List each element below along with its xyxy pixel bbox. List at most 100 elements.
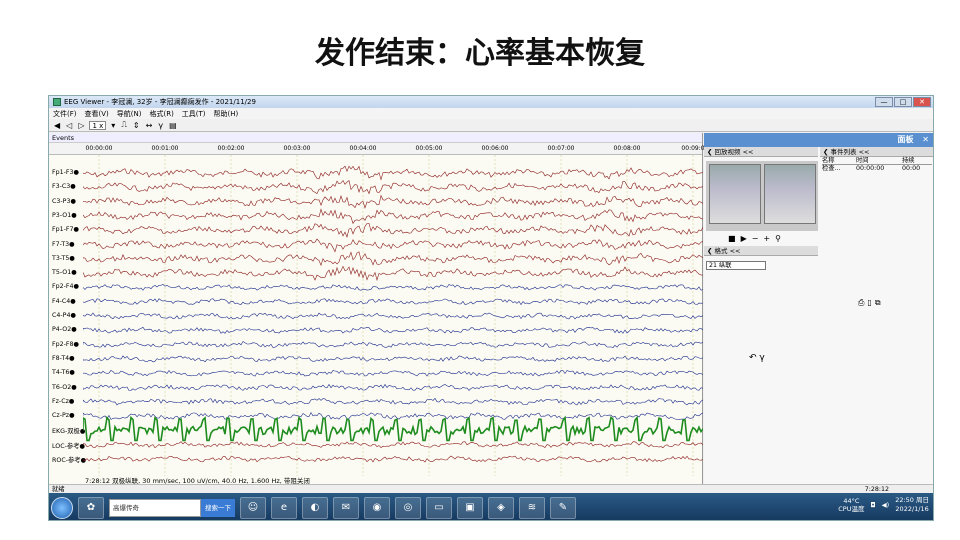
paint-icon[interactable]: ✎	[550, 496, 576, 519]
channel-label[interactable]: Fz-Cz●	[52, 398, 74, 405]
print-icon[interactable]: ⎙	[858, 298, 864, 308]
calibration-icon[interactable]: ⎍	[120, 120, 128, 130]
channel-label[interactable]: P4-O2●	[52, 326, 77, 333]
network-icon[interactable]: ◘	[870, 501, 875, 509]
channel-label[interactable]: P3-O1●	[52, 212, 77, 219]
dropdown-icon[interactable]: ▾	[110, 121, 116, 130]
channel-trace	[83, 251, 703, 267]
clock[interactable]: 22:50 周日 2022/1/16	[895, 496, 929, 514]
channel-trace	[83, 415, 703, 442]
channel-label[interactable]: Cz-Pz●	[52, 412, 75, 419]
window-controls: — □ ✕	[875, 97, 931, 107]
channel-label[interactable]: C4-P4●	[52, 312, 76, 319]
channel-label[interactable]: LOC-参考●	[52, 441, 85, 450]
channel-label[interactable]: Fp2-F8●	[52, 341, 79, 348]
channel-label[interactable]: F3-C3●	[52, 183, 76, 190]
event-list-header: 名称 时间 持续	[822, 157, 932, 165]
channel-label[interactable]: Fp2-F4●	[52, 283, 79, 290]
menu-help[interactable]: 帮助(H)	[214, 109, 239, 119]
undo-icon[interactable]: ↶ γ	[749, 353, 765, 363]
channel-trace	[83, 341, 703, 348]
volume-icon[interactable]: ◀)	[882, 501, 890, 509]
eeg-traces[interactable]	[83, 155, 703, 476]
menu-file[interactable]: 文件(F)	[53, 109, 77, 119]
list-item[interactable]: 检查... 00:00:00 00:00	[822, 165, 932, 173]
clock-time: 22:50 周日	[895, 496, 929, 504]
copy-icon[interactable]: ⧉	[875, 298, 881, 308]
channel-label[interactable]: EKG-双极●	[52, 426, 85, 435]
maximize-button[interactable]: □	[894, 97, 912, 107]
start-button[interactable]	[51, 496, 73, 519]
events-row: Events	[49, 133, 702, 143]
firefox-icon[interactable]: ◉	[364, 496, 390, 519]
channel-label[interactable]: T4-T6●	[52, 369, 75, 376]
side-panel: 面板 ✕ ❮ 回放视频 << ❮ 事件列表 << ■ ▶ − + ⚲ 名称 时间…	[704, 133, 933, 484]
browser2-icon[interactable]: ◐	[302, 496, 328, 519]
zoom-out-icon[interactable]: −	[752, 234, 759, 243]
eeg-app-icon[interactable]: ◈	[488, 496, 514, 519]
stop-icon[interactable]: ■	[728, 234, 736, 243]
assistant-icon[interactable]: ✿	[78, 496, 104, 519]
montage-select[interactable]: 21 纵联	[706, 261, 766, 270]
channel-trace	[83, 383, 703, 391]
channel-label[interactable]: F7-T3●	[52, 241, 75, 248]
play-icon[interactable]: ▷	[77, 121, 85, 130]
panel-close-icon[interactable]: ✕	[922, 133, 929, 147]
search-input[interactable]: 高爆传奇	[109, 498, 201, 517]
channel-label[interactable]: F8-T4●	[52, 355, 75, 362]
time-axis: 00:00:00 00:01:00 00:02:00 00:03:00 00:04:00…	[49, 143, 705, 155]
waveform-app-icon[interactable]: ≋	[519, 496, 545, 519]
time-tick-label: 00:03:00	[283, 145, 311, 152]
zoom-in-icon[interactable]: +	[763, 234, 770, 243]
step-back-icon[interactable]: ◁	[65, 121, 73, 130]
montage-icon[interactable]: ▤	[168, 121, 178, 130]
play-icon[interactable]: ▶	[741, 234, 747, 243]
folder-icon[interactable]: ▭	[426, 496, 452, 519]
minimize-button[interactable]: —	[875, 97, 893, 107]
menu-navigate[interactable]: 导航(N)	[117, 109, 142, 119]
status-text: 就绪	[52, 486, 65, 493]
close-button[interactable]: ✕	[913, 97, 931, 107]
chat-icon[interactable]: ✉	[333, 496, 359, 519]
channel-trace	[83, 355, 703, 363]
channel-label[interactable]: Fp1-F3●	[52, 169, 79, 176]
app-icon[interactable]: ▣	[457, 496, 483, 519]
menu-format[interactable]: 格式(R)	[149, 109, 173, 119]
col-duration: 持续	[902, 157, 915, 164]
app-icon	[53, 98, 61, 106]
video-frame-right	[764, 164, 816, 224]
channel-label[interactable]: Fp1-F7●	[52, 226, 79, 233]
search-button[interactable]: 搜索一下	[201, 498, 235, 517]
video-player[interactable]	[706, 161, 818, 231]
eeg-waveform-area[interactable]: Events 00:00:00 00:01:00 00:02:00 00:03:00 0…	[49, 133, 705, 485]
time-tick-label: 00:07:00	[547, 145, 575, 152]
menu-view[interactable]: 查看(V)	[85, 109, 109, 119]
channel-label[interactable]: C3-P3●	[52, 198, 76, 205]
event-section-header[interactable]: ❮ 事件列表 <<	[820, 147, 933, 157]
channel-label[interactable]: ROC-参考●	[52, 455, 86, 464]
filter-icon[interactable]: γ	[157, 121, 164, 130]
search-icon[interactable]: ⚲	[775, 234, 781, 243]
wechat-icon[interactable]: ☺	[240, 496, 266, 519]
vertical-scale-icon[interactable]: ⇕	[132, 121, 141, 130]
chrome-icon[interactable]: ◎	[395, 496, 421, 519]
horizontal-scale-icon[interactable]: ↔	[145, 121, 154, 130]
menubar: 文件(F) 查看(V) 导航(N) 格式(R) 工具(T) 帮助(H)	[49, 108, 933, 119]
window-titlebar[interactable]: EEG Viewer - 李冠澜, 32岁 - 李冠澜癫痫发作 - 2021/1…	[49, 96, 933, 108]
channel-trace	[83, 312, 703, 320]
channel-label[interactable]: T3-T5●	[52, 255, 75, 262]
play-reverse-icon[interactable]: ◀	[53, 121, 61, 130]
page-icon[interactable]: ▯	[867, 298, 871, 308]
speed-select[interactable]: 1 x	[89, 120, 107, 130]
chevron-left-icon: ❮	[707, 247, 715, 255]
video-section-header[interactable]: ❮ 回放视频 <<	[704, 147, 818, 157]
channel-label[interactable]: T5-O1●	[52, 269, 77, 276]
format-section-header[interactable]: ❮ 格式 <<	[704, 246, 818, 256]
browser-icon[interactable]: e	[271, 496, 297, 519]
channel-trace	[83, 165, 703, 181]
channel-label[interactable]: F4-C4●	[52, 298, 76, 305]
channel-label[interactable]: T6-O2●	[52, 384, 77, 391]
time-tick-label: 00:02:00	[217, 145, 245, 152]
menu-tools[interactable]: 工具(T)	[182, 109, 206, 119]
chevron-left-icon: ❮	[707, 148, 715, 156]
